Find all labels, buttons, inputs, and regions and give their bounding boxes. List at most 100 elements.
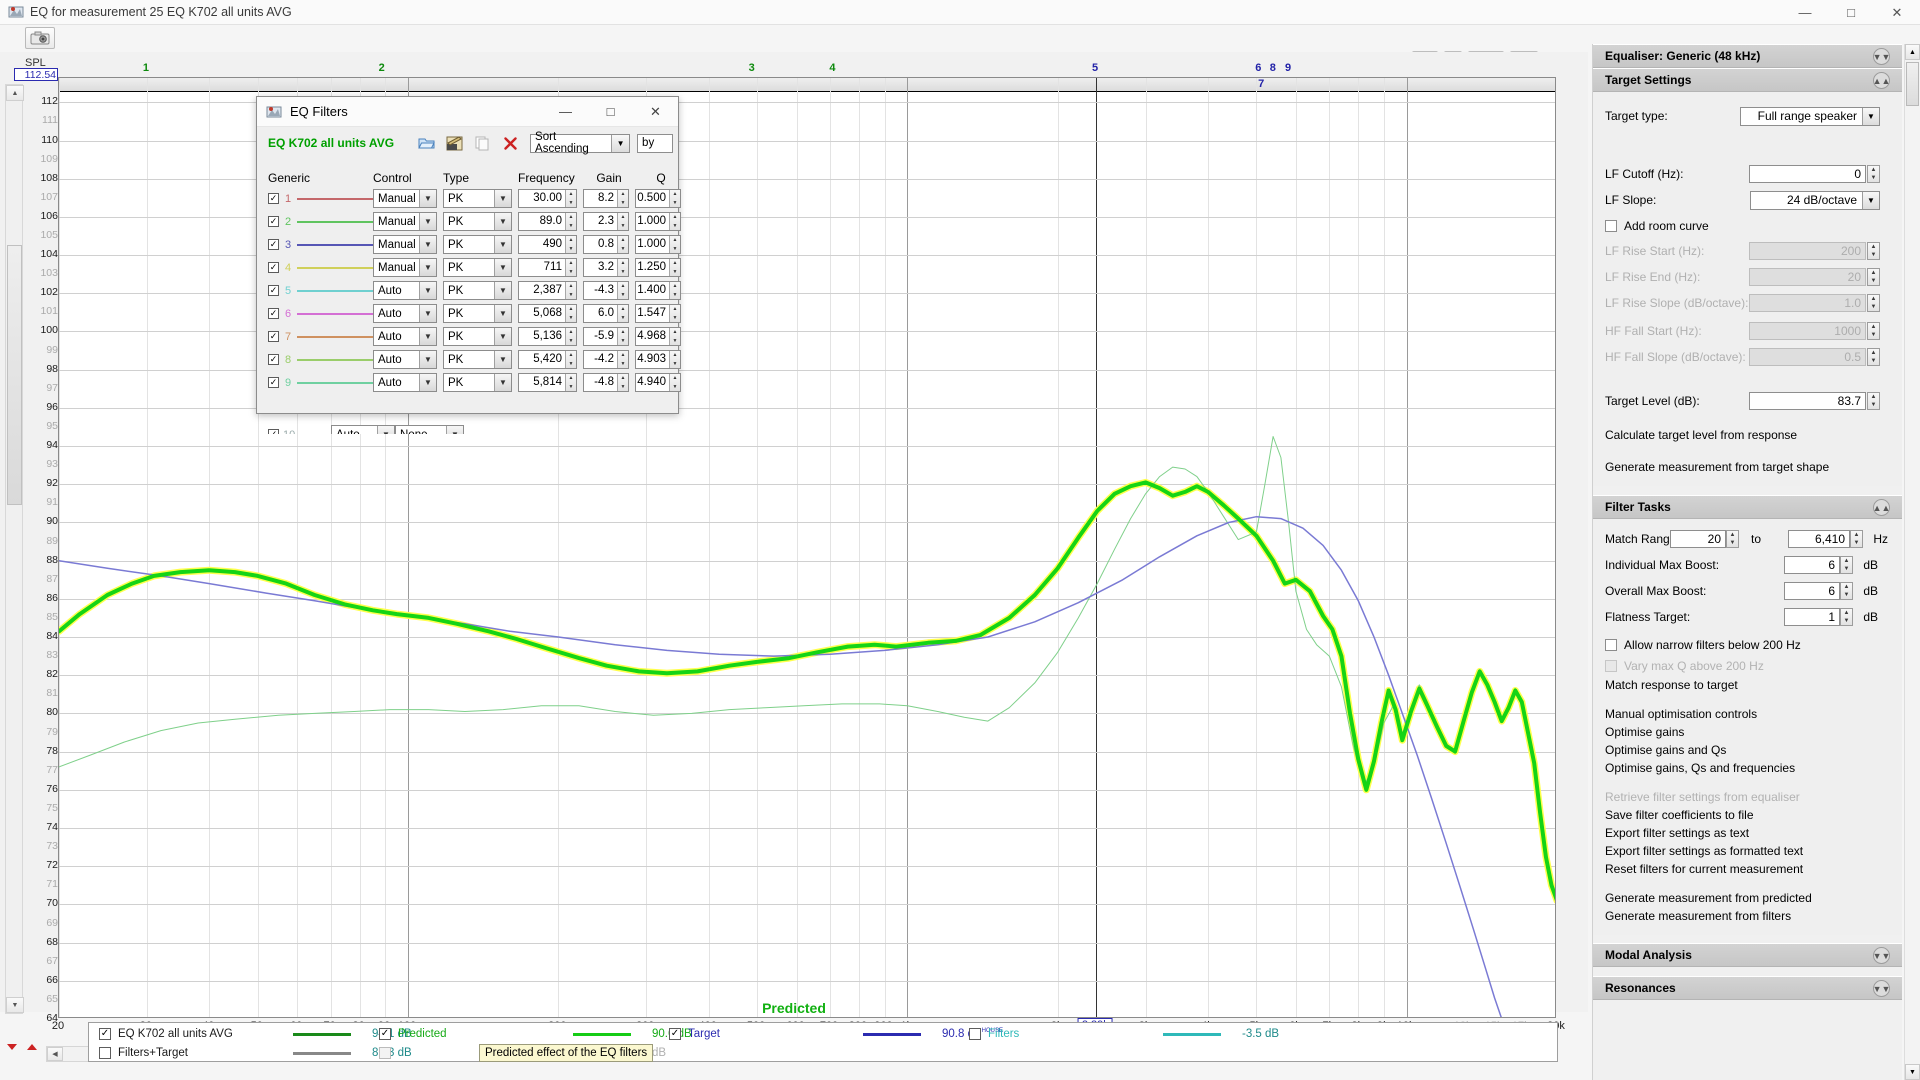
dialog-minimize-button[interactable]: — [543,97,588,126]
chevron-down-icon[interactable]: ▼ [494,351,511,368]
filter-control-select[interactable]: Manual ▼ [373,212,437,231]
filter-control-select[interactable]: Manual ▼ [373,189,437,208]
modal-analysis-header[interactable]: Modal Analysis ▼▼ [1593,943,1902,967]
maximize-button[interactable]: □ [1828,0,1874,25]
filter-enable-checkbox[interactable]: ✓ [268,239,279,250]
legend-checkbox[interactable] [969,1028,981,1040]
scroll-left-arrow[interactable]: ◀ [47,1047,63,1061]
filter-marker[interactable]: 9 [1285,62,1291,74]
flatness-target-stepper[interactable]: ▲ ▼ [1840,608,1853,626]
filter-type-select[interactable]: PK ▼ [443,212,512,231]
chevron-down-icon[interactable]: ▼ [419,236,436,253]
legend-checkbox[interactable]: ✓ [669,1028,681,1040]
match-range-to-stepper[interactable]: ▲ ▼ [1850,530,1863,548]
filter-gain-stepper[interactable]: ▲ ▼ [617,351,628,368]
filter-frequency-stepper[interactable]: ▲ ▼ [565,305,576,322]
add-room-curve-checkbox[interactable] [1605,219,1617,232]
collapse-icon[interactable] [24,1040,40,1059]
filter-task-link[interactable]: Optimise gains, Qs and frequencies [1605,759,1890,777]
legend-checkbox[interactable]: ✓ [99,1028,111,1040]
target-type-select[interactable]: Full range speaker ▼ [1740,106,1880,126]
filter-gain-stepper[interactable]: ▲ ▼ [617,282,628,299]
chevron-up-icon[interactable]: ▲▲ [1873,72,1890,89]
target-settings-header[interactable]: Target Settings ▲▲ [1593,68,1902,92]
filter-gain-input[interactable]: 6.0 ▲ ▼ [583,304,629,323]
scroll-up-arrow[interactable]: ▲ [1905,44,1920,60]
filter-gain-stepper[interactable]: ▲ ▼ [617,236,628,253]
allow-narrow-filters-row[interactable]: Allow narrow filters below 200 Hz [1605,634,1890,655]
filter-type-select[interactable]: PK ▼ [443,327,512,346]
filter-type-select[interactable]: PK ▼ [443,189,512,208]
filter-q-input[interactable]: 1.250 ▲ ▼ [635,258,681,277]
filter-frequency-input[interactable]: 5,420 ▲ ▼ [518,350,577,369]
filter-enable-checkbox[interactable]: ✓ [268,331,279,342]
sort-order-select[interactable]: Sort Ascending ▼ [530,131,631,155]
filter-enable-checkbox[interactable]: ✓ [268,285,279,296]
filter-q-input[interactable]: 0.500 ▲ ▼ [635,189,681,208]
filter-control-select[interactable]: Auto ▼ [373,350,437,369]
target-level-input[interactable]: 83.7 [1749,392,1866,410]
legend-checkbox[interactable]: ✓ [379,1028,391,1040]
filter-frequency-stepper[interactable]: ▲ ▼ [565,190,576,207]
legend-checkbox[interactable] [99,1047,111,1059]
scroll-down-arrow[interactable]: ▼ [1905,1064,1920,1080]
chevron-down-icon[interactable]: ▼ [419,259,436,276]
filter-control-select[interactable]: Auto ▼ [373,304,437,323]
chevron-down-icon[interactable]: ▼ [419,282,436,299]
filter-control-select[interactable]: Manual ▼ [373,235,437,254]
filter-q-stepper[interactable]: ▲ ▼ [669,236,680,253]
filter-enable-checkbox[interactable]: ✓ [268,429,279,434]
filter-marker[interactable]: 4 [829,62,835,74]
filter-q-input[interactable]: 4.968 ▲ ▼ [635,327,681,346]
dialog-close-button[interactable]: ✕ [633,97,678,126]
chevron-down-icon[interactable]: ▼ [419,374,436,391]
generate-measurement-from-target-link[interactable]: Generate measurement from target shape [1605,458,1890,476]
chevron-down-icon[interactable]: ▼ [494,305,511,322]
filter-gain-stepper[interactable]: ▲ ▼ [617,190,628,207]
filter-task-link[interactable]: Reset filters for current measurement [1605,860,1890,878]
filter-enable-checkbox[interactable]: ✓ [268,216,279,227]
filter-q-stepper[interactable]: ▲ ▼ [669,259,680,276]
sort-by-select[interactable]: by Freq [637,133,674,153]
chevron-down-icon[interactable]: ▼ [494,236,511,253]
add-room-curve-row[interactable]: Add room curve [1605,215,1890,236]
filter-gain-input[interactable]: -4.8 ▲ ▼ [583,373,629,392]
chevron-down-icon[interactable]: ▼ [611,134,630,152]
expand-icon[interactable] [4,1040,20,1059]
filter-q-input[interactable]: 1.547 ▲ ▼ [635,304,681,323]
filter-enable-checkbox[interactable]: ✓ [268,354,279,365]
filter-frequency-stepper[interactable]: ▲ ▼ [565,351,576,368]
filter-marker[interactable]: 5 [1092,62,1098,74]
overall-max-boost-stepper[interactable]: ▲ ▼ [1840,582,1853,600]
allow-narrow-filters-checkbox[interactable] [1605,638,1617,651]
filter-frequency-stepper[interactable]: ▲ ▼ [565,259,576,276]
chevron-down-icon[interactable]: ▼ [419,190,436,207]
chevron-down-icon[interactable]: ▼ [494,213,511,230]
vertical-scrollbar[interactable]: ▲ ▼ [5,84,24,1014]
chevron-down-icon[interactable]: ▼ [419,351,436,368]
filter-q-stepper[interactable]: ▲ ▼ [669,328,680,345]
filter-frequency-input[interactable]: 2,387 ▲ ▼ [518,281,577,300]
filter-marker[interactable]: 1 [143,62,149,74]
chevron-down-icon[interactable]: ▼ [494,328,511,345]
filter-q-stepper[interactable]: ▲ ▼ [669,305,680,322]
filter-q-input[interactable]: 4.903 ▲ ▼ [635,350,681,369]
filter-gain-input[interactable]: -4.2 ▲ ▼ [583,350,629,369]
chevron-down-icon[interactable]: ▼▼ [1873,947,1890,964]
eq-filters-dialog[interactable]: EQ Filters — □ ✕ EQ K702 all units AVG S… [256,96,681,434]
chevron-down-icon[interactable]: ▼ [494,259,511,276]
filter-frequency-input[interactable]: 490 ▲ ▼ [518,235,577,254]
filter-enable-checkbox[interactable]: ✓ [268,193,279,204]
filter-type-select[interactable]: PK ▼ [443,373,512,392]
filter-q-stepper[interactable]: ▲ ▼ [669,374,680,391]
filter-task-link[interactable]: Export filter settings as text [1605,824,1890,842]
filter-control-select[interactable]: Manual ▼ [373,258,437,277]
scroll-up-arrow[interactable]: ▲ [6,85,24,101]
filter-gain-input[interactable]: -4.3 ▲ ▼ [583,281,629,300]
chevron-down-icon[interactable]: ▼ [419,305,436,322]
chevron-down-icon[interactable]: ▼ [494,282,511,299]
chevron-down-icon[interactable]: ▼ [1862,107,1879,125]
copy-icon[interactable] [468,132,496,154]
filter-gain-input[interactable]: 8.2 ▲ ▼ [583,189,629,208]
vertical-scroll-thumb[interactable] [7,245,22,505]
